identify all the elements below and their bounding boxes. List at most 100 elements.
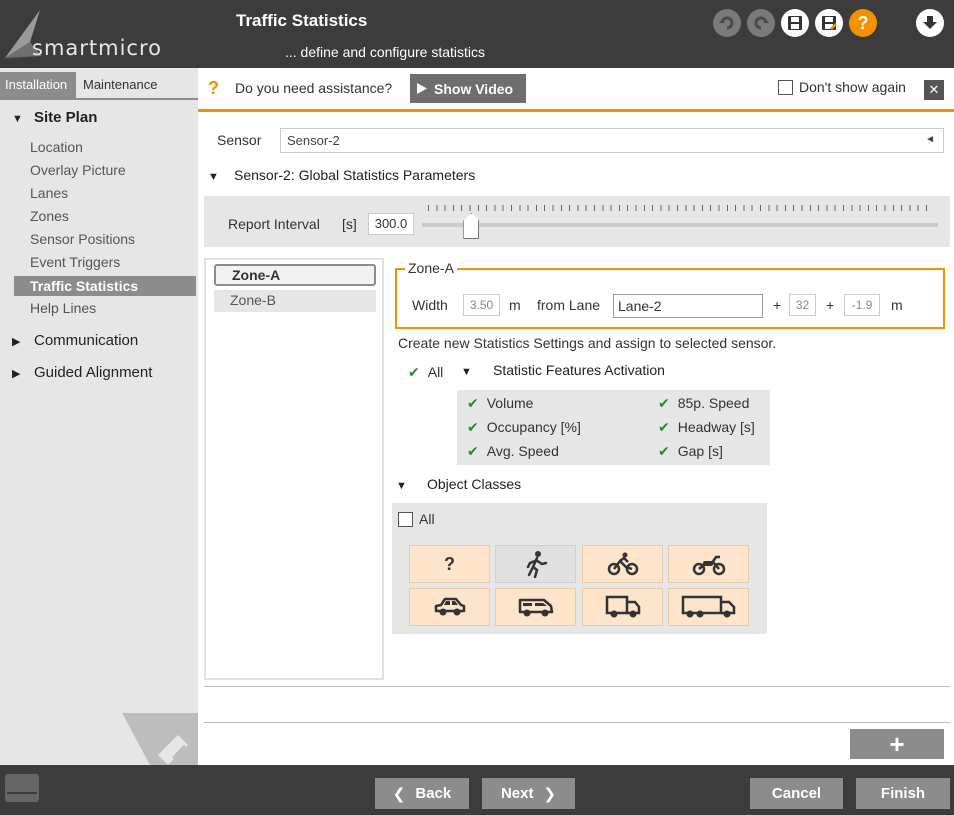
- zone-item-zone-b[interactable]: Zone-B: [214, 290, 376, 312]
- save-as-icon: [822, 16, 837, 30]
- close-icon: ✕: [928, 82, 940, 97]
- redo-button[interactable]: [747, 9, 775, 37]
- sidebar-item-event-triggers[interactable]: Event Triggers: [30, 254, 120, 270]
- report-interval-unit: [s]: [342, 216, 357, 232]
- collapse-arrow-icon: ▶: [12, 336, 21, 348]
- lane-select[interactable]: Lane-2: [613, 294, 763, 318]
- tab-maintenance[interactable]: Maintenance: [78, 72, 196, 98]
- save-icon: [788, 16, 802, 30]
- object-classes-panel: All ?: [392, 503, 767, 634]
- global-params-header[interactable]: ▼ Sensor-2: Global Statistics Parameters: [208, 167, 475, 183]
- sidebar-item-zones[interactable]: Zones: [30, 208, 69, 224]
- offset-input-2[interactable]: -1.9: [844, 294, 880, 316]
- undo-button[interactable]: [713, 9, 741, 37]
- feature-gap[interactable]: ✔ Gap [s]: [658, 443, 723, 460]
- class-pedestrian-button[interactable]: [495, 545, 576, 583]
- dont-show-again-checkbox[interactable]: [778, 79, 793, 95]
- check-icon: ✔: [658, 443, 670, 459]
- expand-arrow-icon: ▼: [396, 480, 407, 492]
- sensor-select[interactable]: Sensor-2 ◄: [280, 128, 944, 153]
- play-icon: [417, 83, 427, 94]
- app-header: smartmicro Traffic Statistics ... define…: [0, 0, 954, 68]
- nav-group-communication[interactable]: ▶ Communication: [12, 332, 138, 349]
- nav-group-site-plan[interactable]: ▼ Site Plan: [12, 109, 97, 126]
- features-title: Statistic Features Activation: [493, 362, 665, 378]
- help-button[interactable]: ?: [849, 9, 877, 37]
- brand-name: smartmicro: [32, 36, 162, 60]
- feature-label: Occupancy [%]: [486, 419, 581, 435]
- feature-label: Avg. Speed: [486, 443, 559, 459]
- zone-item-zone-a[interactable]: Zone-A: [214, 264, 376, 286]
- sidebar-item-sensor-positions[interactable]: Sensor Positions: [30, 231, 135, 247]
- features-header[interactable]: ▼ Statistic Features Activation: [461, 362, 665, 378]
- object-classes-header[interactable]: ▼ Object Classes: [396, 476, 521, 492]
- sidebar-item-lanes[interactable]: Lanes: [30, 185, 68, 201]
- object-classes-title: Object Classes: [427, 476, 522, 492]
- next-button[interactable]: Next ❯: [482, 778, 575, 809]
- class-motorcycle-button[interactable]: [668, 545, 749, 583]
- download-icon: [923, 16, 937, 29]
- plus-icon: +: [889, 728, 905, 759]
- feature-headway[interactable]: ✔ Headway [s]: [658, 419, 755, 436]
- report-interval-slider[interactable]: [422, 223, 938, 227]
- sidebar-item-location[interactable]: Location: [30, 139, 83, 155]
- class-truck-button[interactable]: [582, 588, 663, 626]
- all-classes-checkbox[interactable]: [398, 511, 413, 527]
- expand-arrow-icon: ▼: [208, 171, 219, 183]
- class-car-button[interactable]: [409, 588, 490, 626]
- back-button[interactable]: ❮ Back: [375, 778, 469, 809]
- redo-icon: [754, 16, 769, 30]
- download-button[interactable]: [916, 9, 944, 37]
- slider-thumb[interactable]: [463, 213, 480, 239]
- all-classes-toggle[interactable]: All: [398, 511, 435, 527]
- width-label: Width: [412, 297, 448, 313]
- finish-button[interactable]: Finish: [856, 778, 950, 809]
- zone-list: Zone-A Zone-B: [204, 258, 384, 680]
- cancel-button[interactable]: Cancel: [750, 778, 843, 809]
- sidebar: Installation Maintenance ▼ Site Plan Loca…: [0, 68, 198, 765]
- feature-label: Headway [s]: [677, 419, 755, 435]
- class-large-truck-button[interactable]: [668, 588, 749, 626]
- car-icon: [434, 597, 465, 616]
- sidebar-item-overlay-picture[interactable]: Overlay Picture: [30, 162, 126, 178]
- tab-installation[interactable]: Installation: [0, 72, 76, 98]
- plus-sign: +: [826, 297, 835, 313]
- nav-group-guided-alignment[interactable]: ▶ Guided Alignment: [12, 364, 152, 381]
- sidebar-item-help-lines[interactable]: Help Lines: [30, 300, 96, 316]
- nav-group-label: Site Plan: [34, 109, 98, 126]
- dont-show-again-option[interactable]: Don't show again: [778, 79, 906, 95]
- divider: [204, 722, 950, 723]
- feature-occupancy[interactable]: ✔ Occupancy [%]: [467, 419, 581, 436]
- dont-show-again-label: Don't show again: [799, 79, 906, 95]
- chevron-right-icon: ❯: [543, 785, 557, 803]
- class-unknown-button[interactable]: ?: [409, 545, 490, 583]
- show-video-button[interactable]: Show Video: [410, 74, 526, 103]
- save-button[interactable]: [781, 9, 809, 37]
- save-as-button[interactable]: [815, 9, 843, 37]
- sidebar-item-traffic-statistics[interactable]: Traffic Statistics: [14, 276, 196, 296]
- sensor-label: Sensor: [217, 132, 262, 148]
- bicycle-icon: [607, 552, 638, 576]
- report-interval-input[interactable]: 300.0: [368, 213, 414, 235]
- offset-input-1[interactable]: 32: [789, 294, 816, 316]
- assistance-text: Do you need assistance?: [235, 80, 393, 96]
- from-lane-label: from Lane: [537, 297, 601, 313]
- class-bicycle-button[interactable]: [582, 545, 663, 583]
- feature-85p-speed[interactable]: ✔ 85p. Speed: [658, 395, 749, 412]
- feature-volume[interactable]: ✔ Volume: [467, 395, 533, 412]
- undo-icon: [719, 16, 734, 30]
- add-statistics-button[interactable]: +: [850, 729, 944, 759]
- features-panel: ✔ Volume ✔ Occupancy [%] ✔ Avg. Speed ✔ 85p.…: [457, 390, 770, 465]
- zone-settings-box: Zone-A Width 3.50 m from Lane Lane-2 + 3…: [395, 260, 945, 329]
- plus-sign: +: [773, 297, 782, 313]
- van-icon: [518, 598, 553, 617]
- chevron-left-icon: ❮: [392, 785, 406, 803]
- smartmicro-logo: smartmicro: [0, 0, 198, 68]
- class-van-button[interactable]: [495, 588, 576, 626]
- all-features-toggle[interactable]: ✔ All: [408, 364, 443, 381]
- console-icon[interactable]: [5, 774, 39, 802]
- feature-avg-speed[interactable]: ✔ Avg. Speed: [467, 443, 559, 460]
- feature-label: Gap [s]: [677, 443, 723, 459]
- close-assistance-button[interactable]: ✕: [924, 80, 944, 100]
- width-input[interactable]: 3.50: [463, 294, 500, 316]
